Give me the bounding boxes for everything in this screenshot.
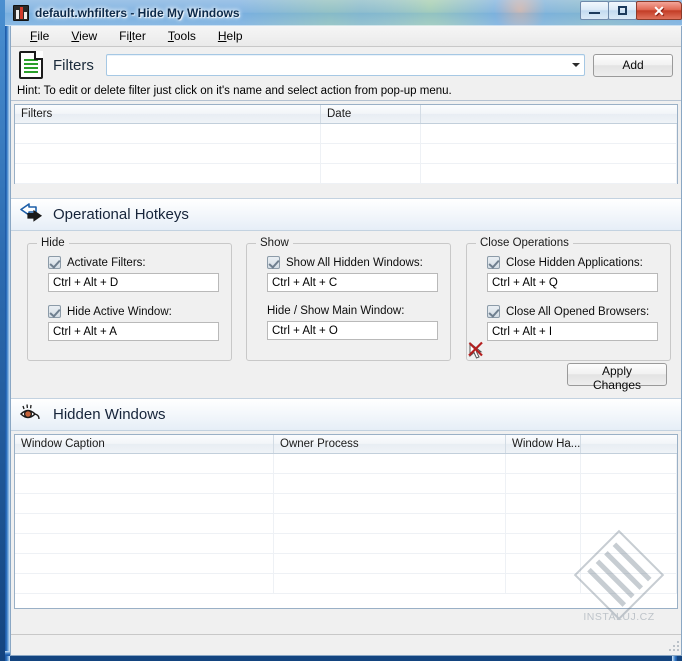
menu-item-help[interactable]: Help bbox=[207, 27, 254, 45]
checkbox-show-all-hidden-windows[interactable] bbox=[267, 256, 280, 269]
input-close-hidden-applications-hotkey[interactable] bbox=[487, 273, 658, 292]
column-header-owner-process[interactable]: Owner Process bbox=[274, 435, 506, 453]
hidden-windows-header: Hidden Windows bbox=[11, 398, 681, 431]
table-row[interactable] bbox=[15, 494, 677, 514]
input-close-all-opened-browsers-hotkey[interactable] bbox=[487, 322, 658, 341]
swap-arrows-icon bbox=[19, 203, 45, 226]
checkbox-row-activate-filters[interactable]: Activate Filters: bbox=[48, 256, 219, 269]
checkbox-row-close-all-opened-browsers[interactable]: Close All Opened Browsers: bbox=[487, 305, 658, 318]
resize-grip[interactable] bbox=[669, 641, 681, 653]
checkbox-row-close-hidden-applications[interactable]: Close Hidden Applications: bbox=[487, 256, 658, 269]
no-drop-cursor-icon bbox=[468, 341, 484, 359]
table-row[interactable] bbox=[15, 554, 677, 574]
checkbox-row-show-all-hidden-windows[interactable]: Show All Hidden Windows: bbox=[267, 256, 438, 269]
groupbox-hide-title: Hide bbox=[37, 237, 69, 249]
checkbox-close-hidden-applications[interactable] bbox=[487, 256, 500, 269]
menu-bar: File View Filter Tools Help bbox=[11, 26, 681, 47]
watermark-text: INSTALUJ.CZ bbox=[583, 611, 655, 623]
window-title: default.whfilters - Hide My Windows bbox=[35, 6, 240, 20]
filters-label: Filters bbox=[53, 56, 94, 74]
hotkeys-panel: Hide Activate Filters: Hide Active Windo… bbox=[11, 231, 681, 392]
checkbox-row-hide-active-window[interactable]: Hide Active Window: bbox=[48, 305, 219, 318]
hidden-windows-list-body[interactable] bbox=[15, 454, 677, 594]
field-hide-show-main-window-hotkey bbox=[267, 321, 438, 340]
input-hide-active-window-hotkey[interactable] bbox=[48, 322, 219, 341]
label-hide-active-window: Hide Active Window: bbox=[67, 305, 172, 318]
close-icon: ✕ bbox=[653, 2, 665, 19]
filter-combobox[interactable] bbox=[105, 54, 585, 76]
operational-hotkeys-title: Operational Hotkeys bbox=[53, 206, 189, 223]
filter-combobox-input[interactable] bbox=[106, 56, 567, 74]
eye-icon bbox=[19, 402, 45, 427]
groupbox-close-operations-title: Close Operations bbox=[476, 237, 573, 249]
column-header-filler[interactable] bbox=[581, 435, 677, 453]
label-show-all-hidden-windows: Show All Hidden Windows: bbox=[286, 256, 423, 269]
label-row-hide-show-main-window: Hide / Show Main Window: bbox=[267, 305, 438, 317]
label-activate-filters: Activate Filters: bbox=[67, 256, 146, 269]
label-close-all-opened-browsers: Close All Opened Browsers: bbox=[506, 305, 650, 318]
table-row[interactable] bbox=[15, 124, 677, 144]
label-close-hidden-applications: Close Hidden Applications: bbox=[506, 256, 643, 269]
table-row[interactable] bbox=[15, 454, 677, 474]
client-area: File View Filter Tools Help Filters Add … bbox=[10, 26, 682, 656]
status-bar bbox=[11, 634, 681, 655]
label-hide-show-main-window: Hide / Show Main Window: bbox=[267, 305, 405, 317]
checkbox-activate-filters[interactable] bbox=[48, 256, 61, 269]
operational-hotkeys-header: Operational Hotkeys bbox=[11, 198, 681, 231]
hidden-windows-list-header: Window Caption Owner Process Window Ha..… bbox=[15, 435, 677, 454]
checkbox-close-all-opened-browsers[interactable] bbox=[487, 305, 500, 318]
close-button[interactable]: ✕ bbox=[636, 1, 682, 20]
input-activate-filters-hotkey[interactable] bbox=[48, 273, 219, 292]
hidden-windows-title: Hidden Windows bbox=[53, 406, 166, 423]
groupbox-hide: Hide Activate Filters: Hide Active Windo… bbox=[27, 237, 232, 361]
groupbox-show: Show Show All Hidden Windows: Hide / Sho… bbox=[246, 237, 451, 361]
field-close-hidden-applications-hotkey bbox=[487, 273, 658, 292]
column-header-filters[interactable]: Filters bbox=[15, 105, 321, 123]
table-row[interactable] bbox=[15, 144, 677, 164]
table-row[interactable] bbox=[15, 474, 677, 494]
app-window-icon bbox=[13, 5, 29, 21]
hint-text: Hint: To edit or delete filter just clic… bbox=[11, 83, 681, 101]
maximize-icon bbox=[618, 6, 627, 15]
input-hide-show-main-window-hotkey[interactable] bbox=[267, 321, 438, 340]
groupbox-show-title: Show bbox=[256, 237, 293, 249]
minimize-button[interactable] bbox=[580, 1, 609, 20]
menu-item-filter[interactable]: Filter bbox=[108, 27, 157, 45]
column-header-window-handle[interactable]: Window Ha... bbox=[506, 435, 581, 453]
field-activate-filters-hotkey bbox=[48, 273, 219, 292]
table-row[interactable] bbox=[15, 164, 677, 184]
title-bar[interactable]: default.whfilters - Hide My Windows ✕ bbox=[5, 0, 682, 26]
menu-item-tools[interactable]: Tools bbox=[157, 27, 207, 45]
menu-item-file[interactable]: File bbox=[19, 27, 60, 45]
filters-list-body[interactable] bbox=[15, 124, 677, 184]
maximize-button[interactable] bbox=[608, 1, 637, 20]
field-hide-active-window-hotkey bbox=[48, 322, 219, 341]
checkbox-hide-active-window[interactable] bbox=[48, 305, 61, 318]
column-header-filler[interactable] bbox=[421, 105, 677, 123]
field-close-all-opened-browsers-hotkey bbox=[487, 322, 658, 341]
table-row[interactable] bbox=[15, 514, 677, 534]
chevron-down-icon[interactable] bbox=[567, 55, 584, 75]
application-window: default.whfilters - Hide My Windows ✕ Fi… bbox=[0, 0, 682, 661]
caption-button-group: ✕ bbox=[580, 1, 682, 20]
apply-changes-button[interactable]: Apply Changes bbox=[567, 363, 667, 392]
filters-list-header: Filters Date bbox=[15, 105, 677, 124]
input-show-all-hidden-windows-hotkey[interactable] bbox=[267, 273, 438, 292]
hidden-windows-list-view[interactable]: Window Caption Owner Process Window Ha..… bbox=[14, 434, 678, 609]
column-header-date[interactable]: Date bbox=[321, 105, 421, 123]
groupbox-close-operations: Close Operations Close Hidden Applicatio… bbox=[466, 237, 671, 361]
filters-toolbar: Filters Add bbox=[11, 47, 681, 83]
table-row[interactable] bbox=[15, 574, 677, 594]
column-header-window-caption[interactable]: Window Caption bbox=[15, 435, 274, 453]
field-show-all-hidden-windows-hotkey bbox=[267, 273, 438, 292]
add-filter-button[interactable]: Add bbox=[593, 53, 673, 77]
table-row[interactable] bbox=[15, 534, 677, 554]
filters-list-view[interactable]: Filters Date bbox=[14, 104, 678, 184]
filters-clipboard-icon bbox=[19, 51, 43, 79]
minimize-icon bbox=[589, 12, 600, 14]
menu-item-view[interactable]: View bbox=[60, 27, 108, 45]
